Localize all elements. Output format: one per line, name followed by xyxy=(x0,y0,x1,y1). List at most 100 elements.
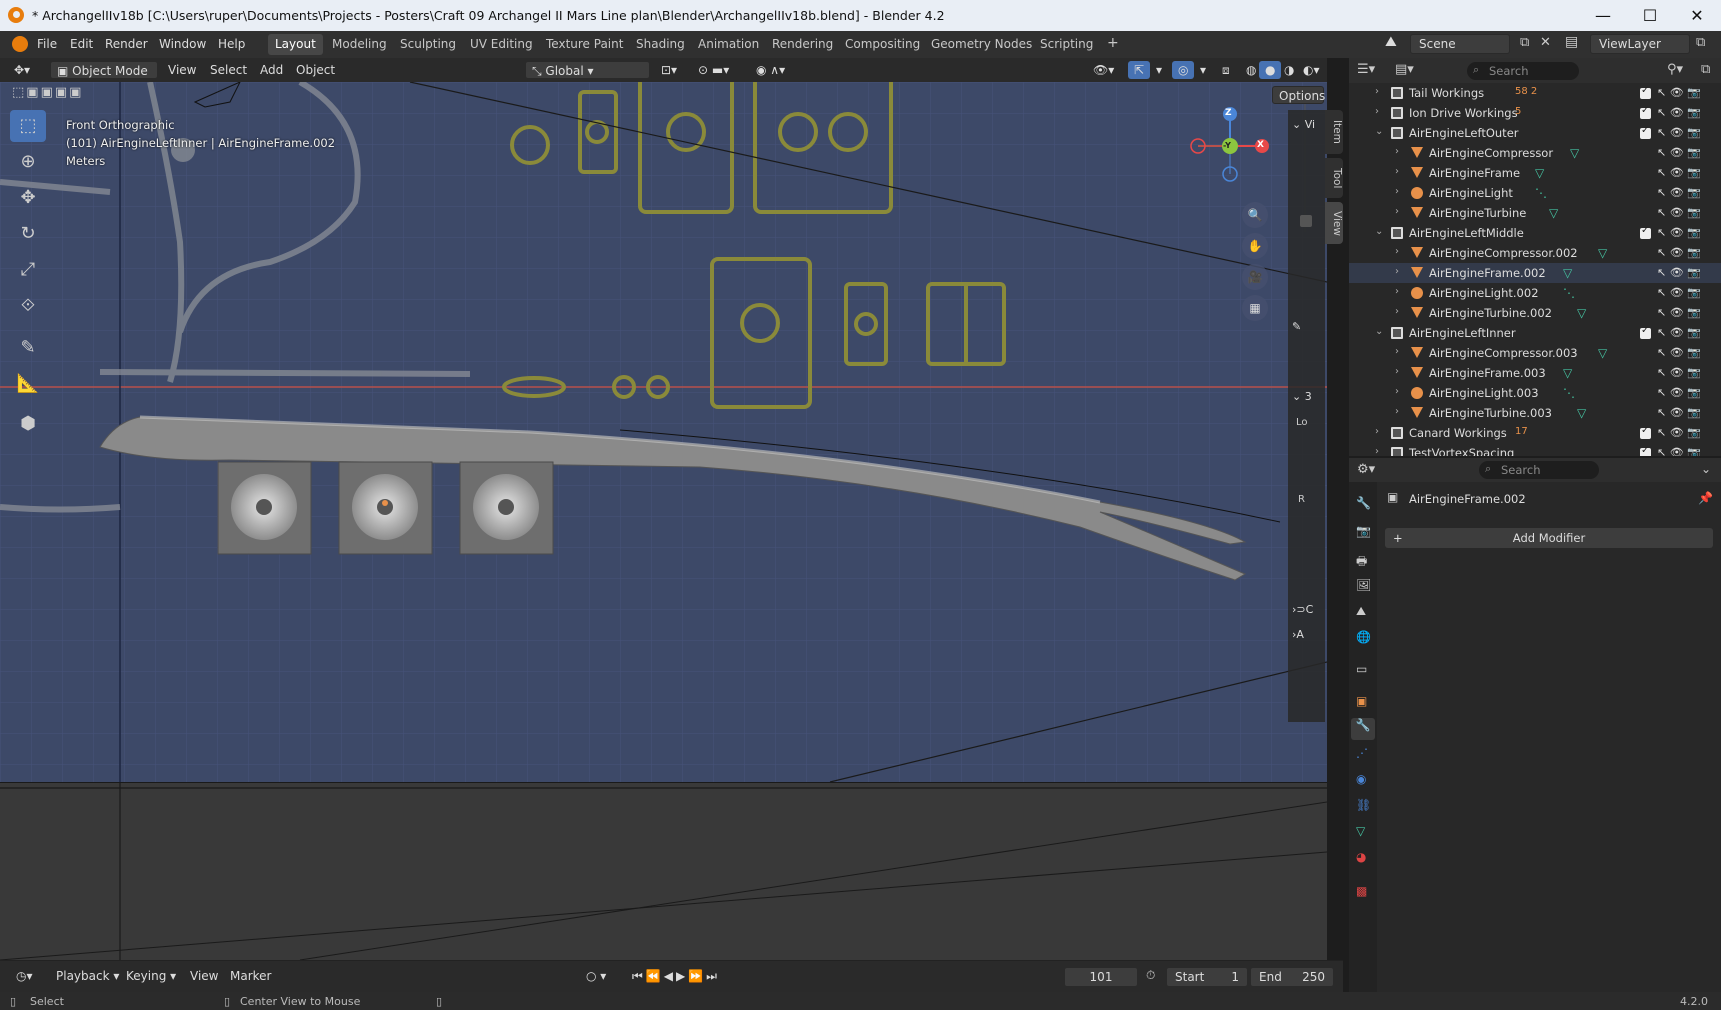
mesh-data-icon[interactable]: ▽ xyxy=(1577,406,1586,420)
visibility-toggles-icon[interactable]: ↖ 👁 📷 xyxy=(1657,126,1701,139)
exclude-checkbox[interactable] xyxy=(1640,445,1651,456)
particles-tab-icon[interactable]: ⋰ xyxy=(1356,746,1368,760)
xray-icon[interactable]: ⧈ xyxy=(1216,61,1236,79)
annotate-tool-icon[interactable]: ✎ xyxy=(10,332,46,364)
visibility-toggles-icon[interactable]: ↖ 👁 📷 xyxy=(1657,426,1701,439)
close-button[interactable]: ✕ xyxy=(1674,0,1720,31)
outliner-object-row[interactable]: › AirEngineFrame ▽ ↖ 👁 📷 xyxy=(1349,163,1721,183)
stopwatch-icon[interactable]: ⏱ xyxy=(1146,968,1155,983)
npanel-view-header[interactable]: ⌄ Vi xyxy=(1292,118,1315,131)
display-mode-icon[interactable]: ▤▾ xyxy=(1395,62,1414,77)
visibility-toggles-icon[interactable]: ↖ 👁 📷 xyxy=(1657,346,1701,359)
3d-viewport[interactable]: ⬚▣▣▣▣ ⬚ ⊕ ✥ ↻ ⤢ ⟐ ✎ 📐 ⬢ Front Orthograph… xyxy=(0,82,1327,782)
menu-object[interactable]: Object xyxy=(290,61,341,79)
editor-type-icon[interactable]: ✥▾ xyxy=(8,61,36,79)
visibility-toggles-icon[interactable]: ↖ 👁 📷 xyxy=(1657,226,1701,239)
outliner-object-row[interactable]: › AirEngineTurbine ▽ ↖ 👁 📷 xyxy=(1349,203,1721,223)
exclude-checkbox[interactable] xyxy=(1640,225,1651,239)
view-layer-tab-icon[interactable]: 🖼 xyxy=(1356,578,1371,592)
menu-file[interactable]: File xyxy=(37,37,57,51)
tab-uv-editing[interactable]: UV Editing xyxy=(463,34,540,55)
transform-tool-icon[interactable]: ⟐ xyxy=(10,290,46,322)
tab-shading[interactable]: Shading xyxy=(629,34,692,55)
engine-left-outer[interactable] xyxy=(217,461,312,555)
mesh-data-icon[interactable]: ▽ xyxy=(1598,346,1607,360)
visibility-toggles-icon[interactable]: ↖ 👁 📷 xyxy=(1657,366,1701,379)
visibility-toggles-icon[interactable]: ↖ 👁 📷 xyxy=(1657,86,1701,99)
visibility-toggles-icon[interactable]: ↖ 👁 📷 xyxy=(1657,386,1701,399)
mesh-data-icon[interactable]: ▽ xyxy=(1577,306,1586,320)
material-tab-icon[interactable]: ◕ xyxy=(1356,850,1366,864)
scene-tab-icon[interactable]: ⛰ xyxy=(1356,604,1366,619)
view-layer-icon[interactable]: ▤ xyxy=(1565,34,1578,50)
pan-hand-icon[interactable]: ✋ xyxy=(1242,233,1268,259)
add-modifier-button[interactable]: + Add Modifier xyxy=(1385,528,1713,548)
collapse-icon[interactable]: ⌄ xyxy=(1375,326,1383,337)
expand-icon[interactable]: › xyxy=(1395,266,1399,277)
menu-view[interactable]: View xyxy=(162,61,202,79)
visibility-toggles-icon[interactable]: ↖ 👁 📷 xyxy=(1657,326,1701,339)
collapse-icon[interactable]: ⌄ xyxy=(1375,226,1383,237)
expand-icon[interactable]: › xyxy=(1395,146,1399,157)
tab-view[interactable]: View xyxy=(1325,202,1343,244)
maximize-button[interactable]: ☐ xyxy=(1627,0,1673,31)
outliner-collection-row[interactable]: › Ion Drive Workings5 ↖ 👁 📷 xyxy=(1349,103,1721,123)
zoom-icon[interactable]: 🔍 xyxy=(1242,202,1268,228)
visibility-toggles-icon[interactable]: ↖ 👁 📷 xyxy=(1657,446,1701,456)
orientation-selector[interactable]: ⤡ Global ▾ xyxy=(525,61,650,79)
exclude-checkbox[interactable] xyxy=(1640,425,1651,439)
light-data-icon[interactable]: ⋱ xyxy=(1563,386,1575,400)
modifier-tab-icon[interactable]: 🔧 xyxy=(1351,718,1375,740)
expand-icon[interactable]: › xyxy=(1375,446,1379,456)
outliner-object-row[interactable]: › AirEngineTurbine.003 ▽ ↖ 👁 📷 xyxy=(1349,403,1721,423)
filter-icon[interactable]: ⚲▾ xyxy=(1667,62,1683,77)
mesh-data-icon[interactable]: ▽ xyxy=(1598,246,1607,260)
mode-selector[interactable]: ▣ Object Mode ▾ xyxy=(50,61,158,92)
tab-scripting[interactable]: Scripting xyxy=(1033,34,1100,55)
visibility-toggles-icon[interactable]: ↖ 👁 📷 xyxy=(1657,306,1701,319)
object-tab-icon[interactable]: ▣ xyxy=(1356,694,1367,708)
visibility-toggles-icon[interactable]: ↖ 👁 📷 xyxy=(1657,166,1701,179)
delete-scene-icon[interactable]: ✕ xyxy=(1540,35,1551,50)
expand-icon[interactable]: › xyxy=(1395,406,1399,417)
selection-mode-icons[interactable]: ⬚▣▣▣▣ xyxy=(12,85,83,100)
outliner-collection-row[interactable]: › TestVortexSpacing ↖ 👁 📷 xyxy=(1349,443,1721,456)
tab-animation[interactable]: Animation xyxy=(691,34,766,55)
npanel-checkbox[interactable] xyxy=(1300,215,1312,227)
add-cube-tool-icon[interactable]: ⬢ xyxy=(10,408,46,440)
engine-left-inner[interactable] xyxy=(459,461,554,555)
select-box-tool-icon[interactable]: ⬚ xyxy=(10,110,46,142)
new-scene-icon[interactable]: ⧉ xyxy=(1520,35,1529,50)
physics-tab-icon[interactable]: ◉ xyxy=(1356,772,1366,786)
gizmo-dropdown-icon[interactable]: ▾ xyxy=(1150,61,1168,79)
overlays-dropdown-icon[interactable]: ▾ xyxy=(1194,61,1212,79)
world-tab-icon[interactable]: 🌐 xyxy=(1356,630,1371,644)
expand-icon[interactable]: › xyxy=(1375,426,1379,437)
outliner-object-row[interactable]: › AirEngineLight ⋱ ↖ 👁 📷 xyxy=(1349,183,1721,203)
viewport-lower-region[interactable] xyxy=(0,782,1327,960)
minimize-button[interactable]: — xyxy=(1580,0,1626,31)
expand-icon[interactable]: › xyxy=(1395,186,1399,197)
outliner-object-row[interactable]: › AirEngineCompressor ▽ ↖ 👁 📷 xyxy=(1349,143,1721,163)
outliner-collection-row[interactable]: › Tail Workings 58 2 ↖ 👁 📷 xyxy=(1349,83,1721,103)
playback-controls-icon[interactable]: ⏮⏪◀▶⏩⏭ xyxy=(626,967,726,985)
light-data-icon[interactable]: ⋱ xyxy=(1563,286,1575,300)
visibility-toggles-icon[interactable]: ↖ 👁 📷 xyxy=(1657,286,1701,299)
outliner-collection-row[interactable]: ⌄ AirEngineLeftMiddle ↖ 👁 📷 xyxy=(1349,223,1721,243)
menu-help[interactable]: Help xyxy=(218,37,245,51)
outliner-object-row[interactable]: › AirEngineCompressor.002 ▽ ↖ 👁 📷 xyxy=(1349,243,1721,263)
overlays-toggle-icon[interactable]: ◎ xyxy=(1172,61,1195,79)
measure-tool-icon[interactable]: 📐 xyxy=(10,368,46,400)
scene-selector[interactable]: Scene xyxy=(1410,34,1510,54)
expand-icon[interactable]: › xyxy=(1395,306,1399,317)
properties-search-input[interactable]: Search xyxy=(1479,461,1599,479)
menu-marker[interactable]: Marker xyxy=(224,967,277,985)
outliner-object-row[interactable]: › AirEngineLight.003 ⋱ ↖ 👁 📷 xyxy=(1349,383,1721,403)
exclude-checkbox[interactable] xyxy=(1640,105,1651,119)
outliner-object-row[interactable]: › AirEngineFrame.002 ▽ ↖ 👁 📷 xyxy=(1349,263,1721,283)
menu-timeline-view[interactable]: View xyxy=(184,967,224,985)
move-tool-icon[interactable]: ✥ xyxy=(10,182,46,214)
visibility-toggles-icon[interactable]: ↖ 👁 📷 xyxy=(1657,106,1701,119)
new-view-layer-icon[interactable]: ⧉ xyxy=(1696,35,1705,50)
menu-keying[interactable]: Keying ▾ xyxy=(120,967,182,985)
